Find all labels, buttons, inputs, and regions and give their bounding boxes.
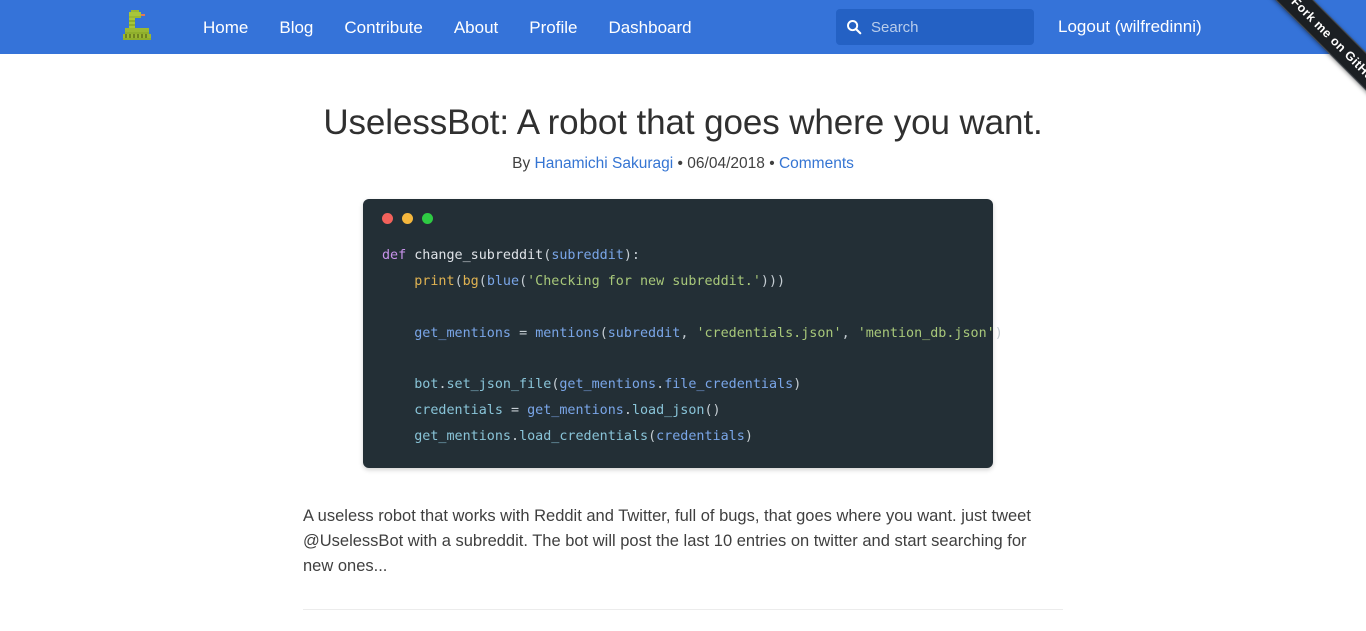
- nav-item-dashboard[interactable]: Dashboard: [608, 19, 691, 36]
- byline-by-label: By: [512, 155, 531, 172]
- code-screenshot-card: def change_subreddit(subreddit): print(b…: [363, 199, 1003, 468]
- post-content: UselessBot: A robot that goes where you …: [298, 54, 1068, 631]
- brand-logo-link[interactable]: [118, 5, 158, 49]
- content-divider: [303, 609, 1063, 611]
- nav-item-contribute[interactable]: Contribute: [344, 19, 422, 36]
- logout-link[interactable]: Logout (wilfredinni): [1058, 17, 1202, 37]
- byline-separator-1: •: [677, 155, 683, 172]
- nav-item-home[interactable]: Home: [203, 19, 248, 36]
- byline-date: 06/04/2018: [687, 155, 765, 172]
- nav-links: Home Blog Contribute About Profile Dashb…: [203, 19, 692, 36]
- post-title: UselessBot: A robot that goes where you …: [323, 103, 1043, 142]
- python-snake-logo-icon: [123, 10, 151, 40]
- byline-separator-2: •: [769, 155, 775, 172]
- nav-item-about[interactable]: About: [454, 19, 498, 36]
- maximize-dot-icon: [422, 213, 433, 224]
- window-traffic-lights: [363, 213, 993, 224]
- post-summary: A useless robot that works with Reddit a…: [303, 506, 1031, 576]
- top-navbar: Home Blog Contribute About Profile Dashb…: [0, 0, 1366, 54]
- code-block: def change_subreddit(subreddit): print(b…: [382, 248, 1003, 445]
- byline-comments-link[interactable]: Comments: [779, 155, 854, 172]
- nav-item-blog[interactable]: Blog: [279, 19, 313, 36]
- fork-me-on-github-link[interactable]: Fork me on GitHub: [1252, 0, 1366, 126]
- nav-item-profile[interactable]: Profile: [529, 19, 577, 36]
- close-dot-icon: [382, 213, 393, 224]
- search-input[interactable]: [871, 18, 1024, 36]
- fork-me-on-github-ribbon[interactable]: Fork me on GitHub: [1226, 0, 1366, 140]
- minimize-dot-icon: [402, 213, 413, 224]
- search-icon: [847, 20, 862, 35]
- post-byline: By Hanamichi Sakuragi • 06/04/2018 • Com…: [298, 155, 1068, 173]
- search-box[interactable]: [836, 9, 1034, 45]
- byline-author-link[interactable]: Hanamichi Sakuragi: [535, 155, 674, 172]
